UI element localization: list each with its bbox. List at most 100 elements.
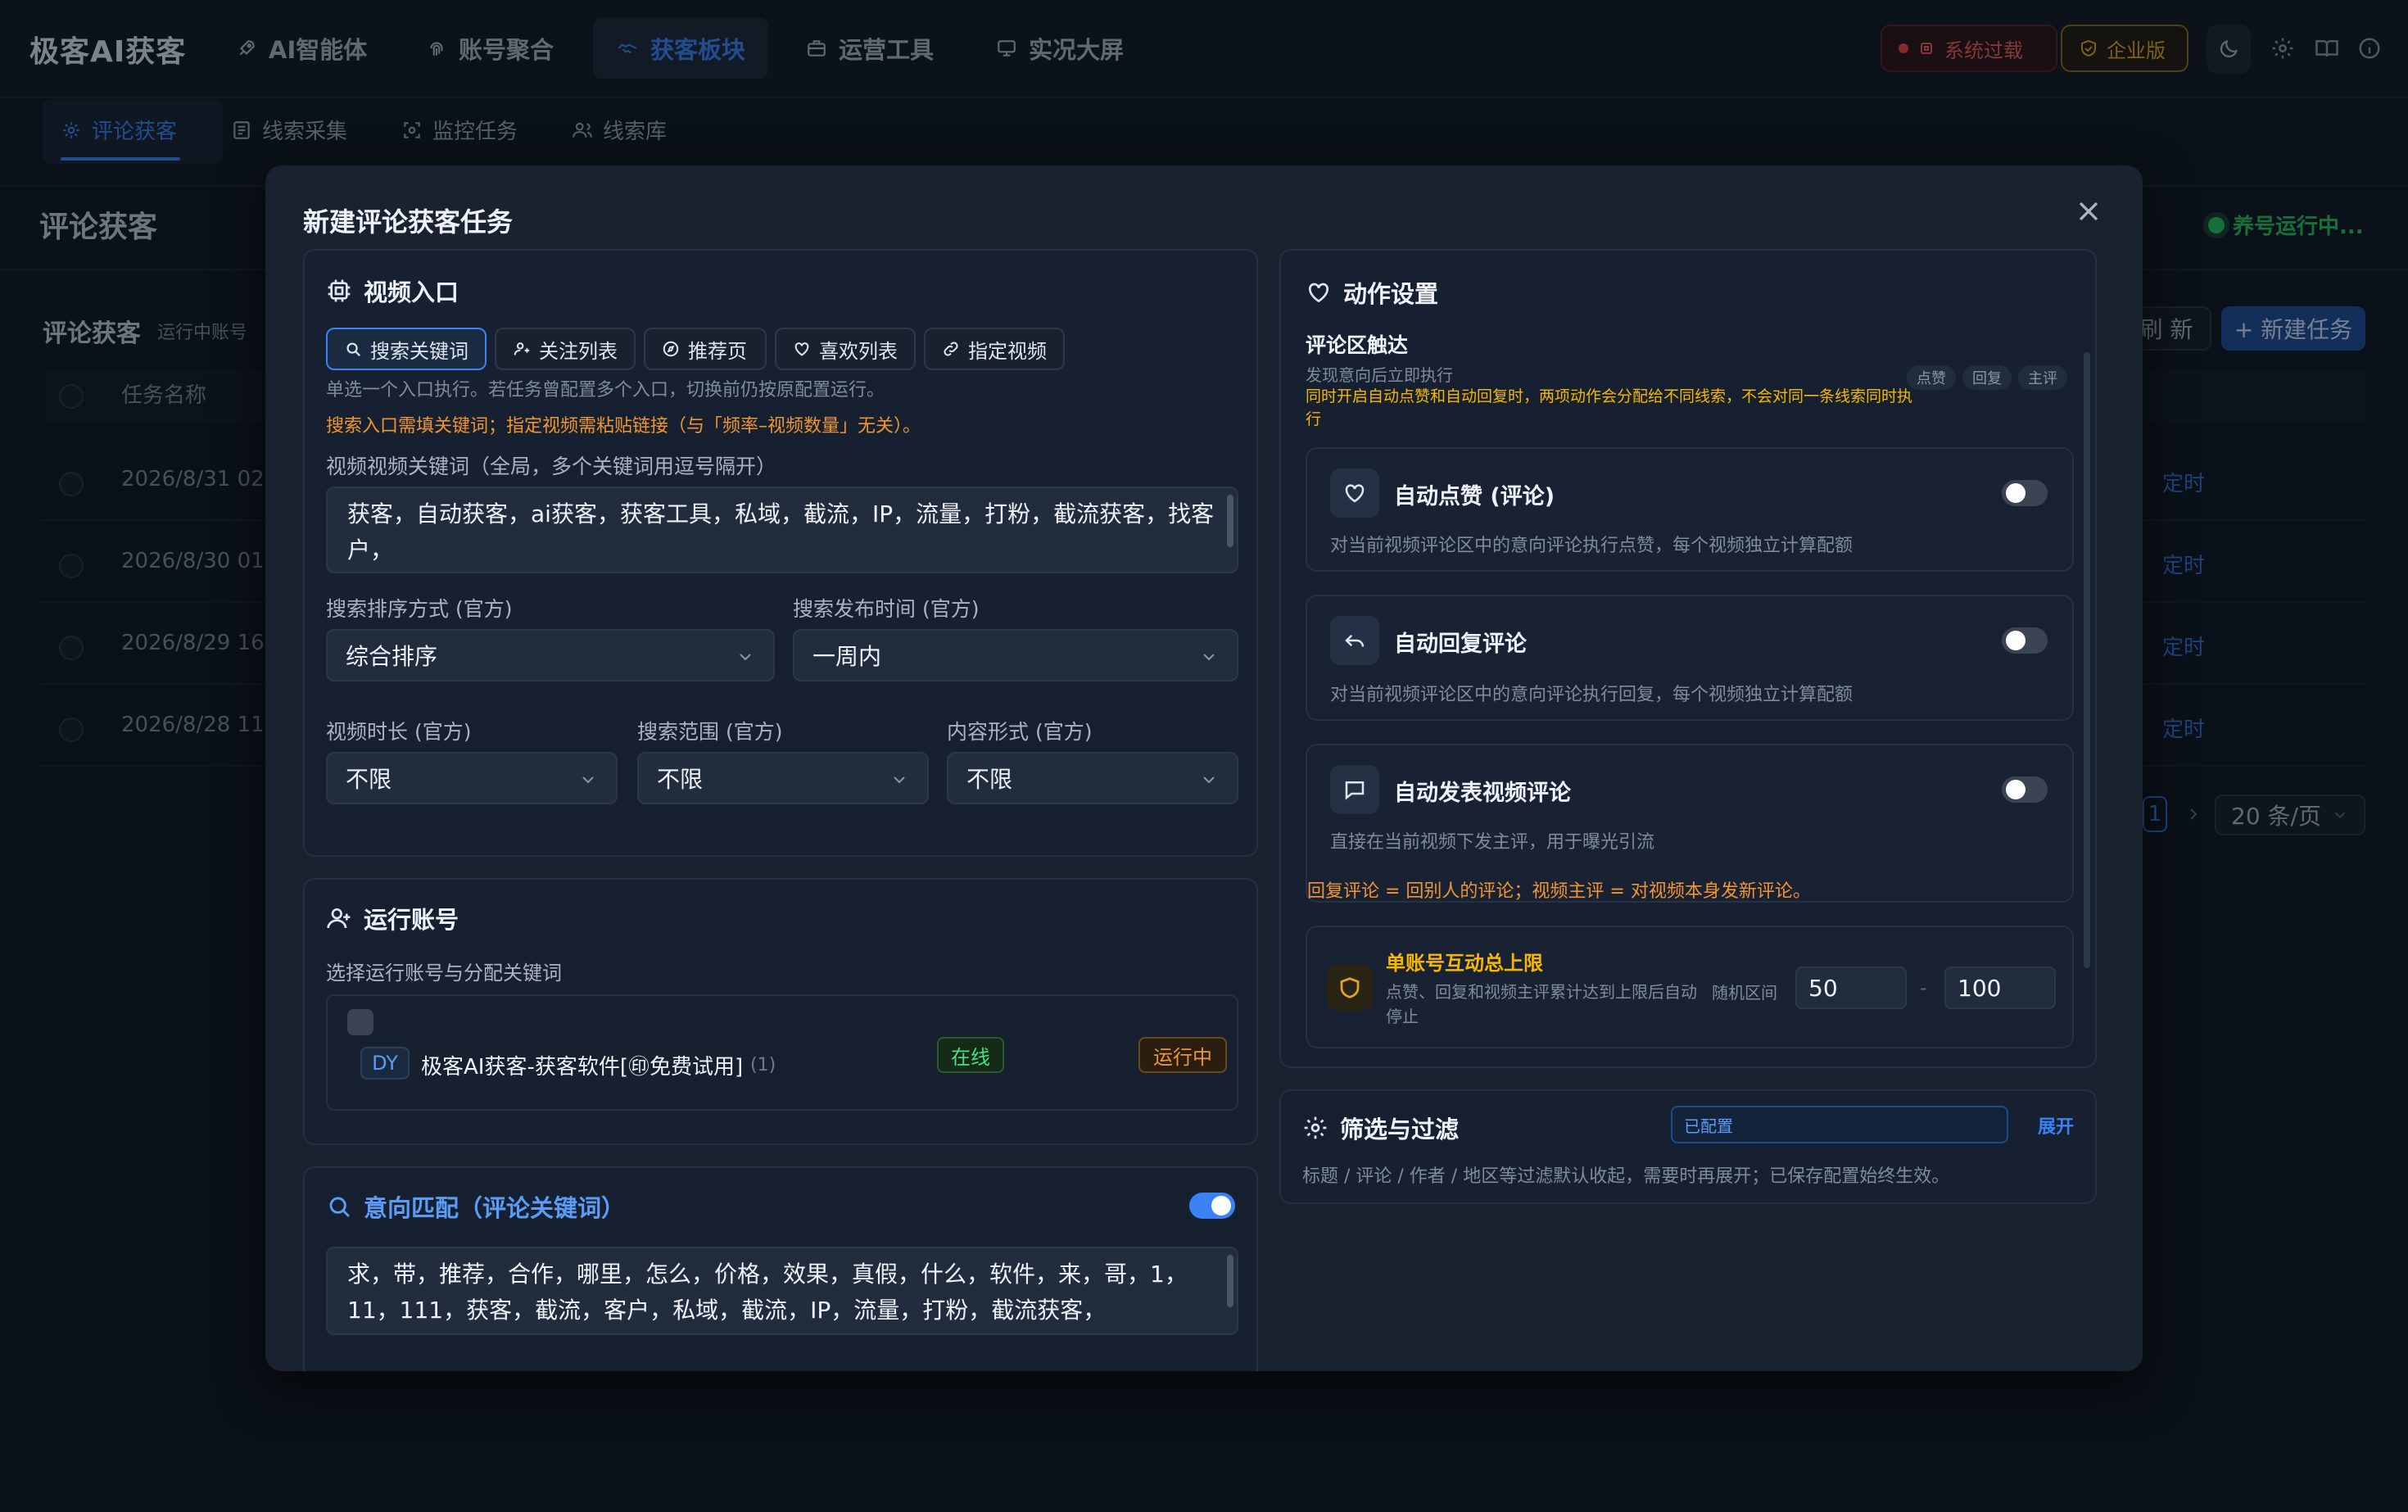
chip-label: 喜欢列表 <box>819 339 898 363</box>
format-select[interactable]: 不限 <box>947 752 1238 804</box>
tag-reply: 回复 <box>1962 365 2012 390</box>
duration-select[interactable]: 不限 <box>326 752 618 804</box>
close-icon <box>2072 195 2105 228</box>
action-settings-header: 动作设置 <box>1306 275 1438 310</box>
auto-like-description: 对当前视频评论区中的意向评论执行点赞，每个视频独立计算配额 <box>1330 536 1854 556</box>
scope-label: 搜索范围 (官方) <box>637 720 783 744</box>
auto-post-icon-box <box>1330 765 1379 814</box>
compass-icon <box>662 340 680 358</box>
sort-value: 综合排序 <box>346 643 438 670</box>
new-task-modal: 新建评论获客任务 视频入口 搜索关键词 关注列表 推荐页 喜欢列表 指定视频 单… <box>265 165 2143 1371</box>
auto-reply-icon-box <box>1330 616 1379 665</box>
action-settings-card: 动作设置 评论区触达 发现意向后立即执行 同时开启自动点赞和自动回复时，两项动作… <box>1279 249 2097 1068</box>
tag-like: 点赞 <box>1907 365 1956 390</box>
intent-match-card: 意向匹配（评论关键词） 求，带，推荐，合作，哪里，怎么，价格，效果，真假，什么，… <box>303 1166 1258 1371</box>
account-name: 极客AI获客-获客软件[㊞免费试用] <box>421 1055 744 1080</box>
limit-description: 点赞、回复和视频主评累计达到上限后自动停止 <box>1386 982 1697 1026</box>
duration-label: 视频时长 (官方) <box>326 720 472 744</box>
auto-post-toggle[interactable] <box>2002 776 2048 803</box>
close-button[interactable] <box>2072 195 2105 228</box>
chip-label: 指定视频 <box>968 339 1047 363</box>
entry-hint: 单选一个入口执行。若任务曾配置多个入口，切换前仍按原配置运行。 <box>326 380 885 401</box>
toggle-knob <box>2006 631 2026 650</box>
limit-icon-box <box>1327 965 1373 1011</box>
intent-match-title: 意向匹配（评论关键词） <box>364 1194 626 1222</box>
filter-expand-link[interactable]: 展开 <box>2038 1112 2074 1139</box>
textarea-scrollbar[interactable] <box>1227 495 1233 547</box>
entry-chip-following-list[interactable]: 关注列表 <box>495 328 636 370</box>
intent-keywords-textarea[interactable]: 求，带，推荐，合作，哪里，怎么，价格，效果，真假，什么，软件，来，哥，1，11，… <box>326 1247 1238 1335</box>
action-settings-scrollbar[interactable] <box>2084 352 2090 968</box>
run-accounts-header: 运行账号 <box>326 901 459 935</box>
format-value: 不限 <box>966 766 1013 793</box>
video-keywords-textarea[interactable]: 获客，自动获客，ai获客，获客工具，私域，截流，IP，流量，打粉，截流获客，找客… <box>326 487 1238 573</box>
auto-reply-title: 自动回复评论 <box>1394 632 1527 657</box>
auto-like-title: 自动点赞 (评论) <box>1394 484 1555 509</box>
sort-label: 搜索排序方式 (官方) <box>326 597 513 621</box>
range-separator: - <box>1920 976 1927 999</box>
reach-warning: 同时开启自动点赞和自动回复时，两项动作会分配给不同线索，不会对同一条线索同时执行 <box>1306 387 1913 428</box>
interaction-limit-option: 单账号互动总上限 点赞、回复和视频主评累计达到上限后自动停止 随机区间 50 -… <box>1306 926 2074 1048</box>
chevron-down-icon <box>1199 647 1219 667</box>
sort-select[interactable]: 综合排序 <box>326 629 775 681</box>
publish-time-select[interactable]: 一周内 <box>793 629 1238 681</box>
user-icon <box>513 340 531 358</box>
video-entry-title: 视频入口 <box>364 278 459 306</box>
auto-reply-description: 对当前视频评论区中的意向评论执行回复，每个视频独立计算配额 <box>1330 685 1854 705</box>
auto-like-toggle[interactable] <box>2002 480 2048 506</box>
search-icon <box>344 340 362 358</box>
account-count: (1) <box>750 1055 776 1075</box>
gear-icon <box>1302 1115 1328 1141</box>
filter-status-badge: 已配置 <box>1671 1106 2008 1143</box>
filter-title: 筛选与过滤 <box>1340 1116 1460 1143</box>
limit-title: 单账号互动总上限 <box>1386 952 1543 975</box>
toggle-knob <box>2006 780 2026 799</box>
platform-badge: DY <box>360 1047 410 1080</box>
run-accounts-title: 运行账号 <box>364 906 459 934</box>
auto-post-title: 自动发表视频评论 <box>1394 781 1571 806</box>
toggle-knob <box>2006 483 2026 503</box>
comment-type-note: 回复评论 = 回别人的评论；视频主评 = 对视频本身发新评论。 <box>1307 881 1811 902</box>
auto-reply-option: 自动回复评论 对当前视频评论区中的意向评论执行回复，每个视频独立计算配额 <box>1306 595 2074 721</box>
action-settings-title: 动作设置 <box>1343 280 1439 308</box>
publish-time-value: 一周内 <box>812 643 882 670</box>
range-min-input[interactable]: 50 <box>1795 967 1907 1009</box>
account-checkbox[interactable] <box>347 1009 373 1035</box>
intent-match-header: 意向匹配（评论关键词） <box>326 1189 625 1224</box>
intent-match-toggle[interactable] <box>1189 1193 1235 1219</box>
auto-reply-toggle[interactable] <box>2002 627 2048 654</box>
scope-select[interactable]: 不限 <box>637 752 929 804</box>
run-accounts-card: 运行账号 选择运行账号与分配关键词 DY 极客AI获客-获客软件[㊞免费试用] … <box>303 878 1258 1145</box>
video-entry-header: 视频入口 <box>326 274 459 308</box>
textarea-scrollbar[interactable] <box>1227 1255 1233 1307</box>
reach-subtitle: 发现意向后立即执行 <box>1306 365 1453 385</box>
heart-icon <box>1306 279 1332 306</box>
user-plus-icon <box>326 905 352 931</box>
chip-label: 关注列表 <box>539 339 618 363</box>
tag-main-comment: 主评 <box>2018 365 2067 390</box>
entry-chip-recommended[interactable]: 推荐页 <box>644 328 767 370</box>
shield-icon <box>1338 976 1362 1000</box>
format-label: 内容形式 (官方) <box>947 720 1093 744</box>
entry-warning: 搜索入口需填关键词；指定视频需粘贴链接（与「频率–视频数量」无关）。 <box>326 416 921 437</box>
chevron-down-icon <box>1199 770 1219 790</box>
auto-post-comment-option: 自动发表视频评论 直接在当前视频下发主评，用于曝光引流 回复评论 = 回别人的评… <box>1306 744 2074 903</box>
video-entry-card: 视频入口 搜索关键词 关注列表 推荐页 喜欢列表 指定视频 单选一个入口执行。若… <box>303 249 1258 857</box>
entry-chip-specific-video[interactable]: 指定视频 <box>924 328 1065 370</box>
filter-description: 标题 / 评论 / 作者 / 地区等过滤默认收起，需要时再展开；已保存配置始终生… <box>1302 1166 1950 1187</box>
search-icon <box>326 1193 352 1220</box>
filter-card: 筛选与过滤 已配置 展开 标题 / 评论 / 作者 / 地区等过滤默认收起，需要… <box>1279 1089 2097 1204</box>
account-row[interactable]: DY 极客AI获客-获客软件[㊞免费试用] (1) 在线 运行中 <box>326 994 1238 1111</box>
entry-chip-liked-list[interactable]: 喜欢列表 <box>775 328 916 370</box>
reply-icon <box>1342 628 1367 653</box>
duration-value: 不限 <box>346 766 392 793</box>
auto-post-description: 直接在当前视频下发主评，用于曝光引流 <box>1330 832 1655 853</box>
online-status-badge: 在线 <box>937 1037 1004 1073</box>
link-icon <box>942 340 960 358</box>
chevron-down-icon <box>578 770 598 790</box>
scope-value: 不限 <box>657 766 704 793</box>
range-max-input[interactable]: 100 <box>1944 967 2056 1009</box>
toggle-knob <box>1211 1196 1231 1215</box>
publish-time-label: 搜索发布时间 (官方) <box>793 597 980 621</box>
entry-chip-search-keyword[interactable]: 搜索关键词 <box>326 328 487 370</box>
